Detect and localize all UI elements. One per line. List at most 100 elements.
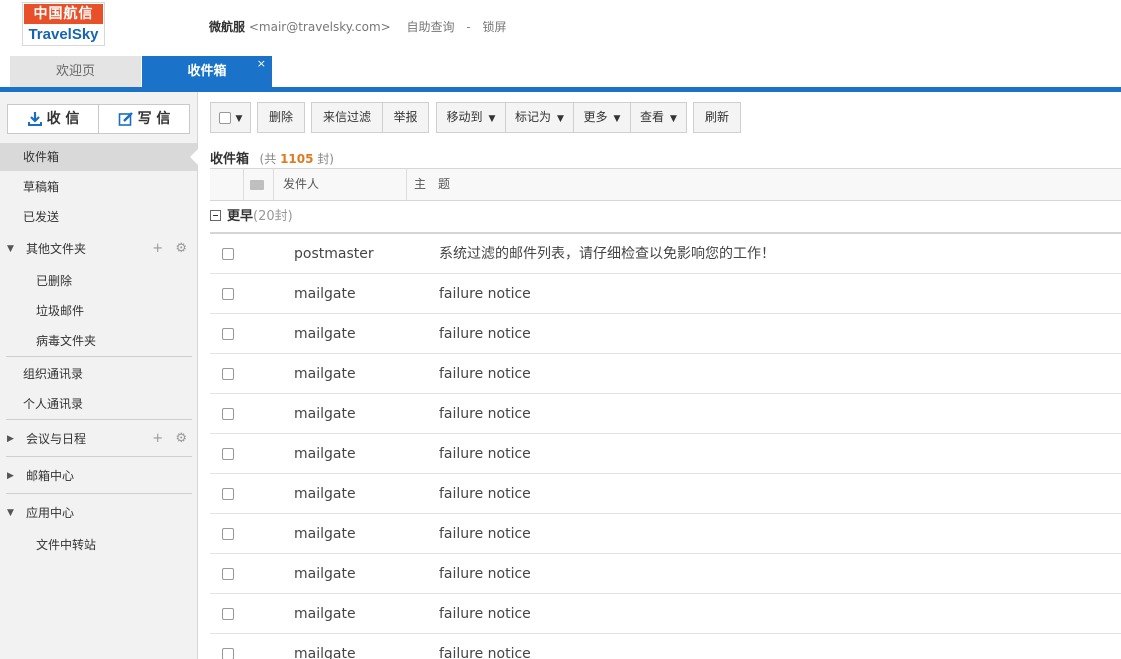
close-icon[interactable]: × — [257, 48, 266, 79]
mail-sender: mailgate — [294, 566, 356, 582]
mail-count-prefix: (共 — [259, 152, 277, 166]
table-row[interactable]: mailgate failure notice — [210, 434, 1121, 474]
header: 中国航信 TravelSky 微航服 <mair@travelsky.com> … — [0, 0, 1121, 56]
self-service-link[interactable]: 自助查询 — [407, 20, 455, 34]
mail-sender: mailgate — [294, 406, 356, 422]
mail-subject[interactable]: failure notice — [439, 634, 531, 659]
folder-actions: + ⚙ — [144, 425, 187, 453]
view-button[interactable]: 查看 ▼ — [630, 102, 687, 133]
mail-count-number: 1105 — [280, 152, 314, 166]
sidebar-item-inbox[interactable]: 收件箱 — [0, 143, 198, 171]
mail-subject[interactable]: failure notice — [439, 394, 531, 434]
more-label: 更多 — [583, 110, 608, 124]
row-checkbox[interactable] — [222, 408, 234, 420]
envelope-icon[interactable] — [250, 180, 264, 190]
sidebar-item-label: 已发送 — [23, 210, 60, 224]
row-checkbox[interactable] — [222, 648, 234, 659]
table-row[interactable]: mailgate failure notice — [210, 634, 1121, 659]
row-checkbox[interactable] — [222, 328, 234, 340]
table-row[interactable]: mailgate failure notice — [210, 394, 1121, 434]
group-header[interactable]: 更早(20封) — [210, 204, 1121, 234]
column-divider — [243, 169, 244, 200]
select-all-dropdown[interactable]: ▼ — [210, 102, 251, 133]
more-button[interactable]: 更多 ▼ — [573, 102, 631, 133]
chevron-right-icon[interactable]: ▶ — [7, 462, 14, 490]
sidebar-item-label: 应用中心 — [26, 506, 75, 520]
mail-subject[interactable]: failure notice — [439, 354, 531, 394]
table-row[interactable]: mailgate failure notice — [210, 554, 1121, 594]
receive-mail-button[interactable]: 收 信 — [8, 105, 98, 133]
sidebar-item-sent[interactable]: 已发送 — [0, 203, 197, 231]
lock-screen-link[interactable]: 锁屏 — [483, 20, 507, 34]
view-label: 查看 — [640, 110, 665, 124]
table-row[interactable]: mailgate failure notice — [210, 274, 1121, 314]
mail-subject[interactable]: failure notice — [439, 274, 531, 314]
sidebar-item-virus[interactable]: 病毒文件夹 — [0, 327, 197, 355]
compose-mail-button[interactable]: 写 信 — [98, 105, 189, 133]
chevron-down-icon: ▼ — [488, 114, 496, 124]
chevron-right-icon[interactable]: ▶ — [7, 425, 14, 453]
column-divider — [273, 169, 274, 200]
table-row[interactable]: mailgate failure notice — [210, 354, 1121, 394]
report-button[interactable]: 举报 — [382, 102, 429, 133]
travelsky-logo[interactable]: 中国航信 TravelSky — [22, 2, 105, 46]
row-checkbox[interactable] — [222, 368, 234, 380]
sidebar-item-deleted[interactable]: 已删除 — [0, 267, 197, 295]
mail-subject[interactable]: failure notice — [439, 474, 531, 514]
chevron-down-icon[interactable]: ▼ — [7, 499, 14, 527]
add-icon[interactable]: + — [152, 241, 163, 256]
mail-action-buttons: 收 信 写 信 — [7, 104, 190, 134]
gear-icon[interactable]: ⚙ — [175, 431, 187, 446]
mail-subject[interactable]: 系统过滤的邮件列表，请仔细检查以免影响您的工作！ — [439, 234, 775, 274]
sidebar-item-org-contacts[interactable]: 组织通讯录 — [0, 360, 197, 388]
collapse-icon[interactable] — [210, 210, 221, 221]
row-checkbox[interactable] — [222, 248, 234, 260]
row-checkbox[interactable] — [222, 288, 234, 300]
sidebar-item-other-folders[interactable]: ▼ 其他文件夹 + ⚙ — [0, 235, 197, 263]
sidebar-item-mailbox-center[interactable]: ▶ 邮箱中心 — [0, 462, 197, 490]
mail-subject[interactable]: failure notice — [439, 514, 531, 554]
table-row[interactable]: mailgate failure notice — [210, 474, 1121, 514]
mail-subject[interactable]: failure notice — [439, 554, 531, 594]
filter-button[interactable]: 来信过滤 — [311, 102, 383, 133]
header-separator: - — [466, 20, 471, 34]
sidebar-item-app-center[interactable]: ▼ 应用中心 — [0, 499, 197, 527]
sidebar: 收 信 写 信 收件箱 草稿箱 已发送 ▼ 其他文件夹 + ⚙ 已删除 垃圾邮件… — [0, 92, 198, 659]
sidebar-item-file-transfer[interactable]: 文件中转站 — [0, 531, 197, 559]
sidebar-item-junk[interactable]: 垃圾邮件 — [0, 297, 197, 325]
row-checkbox[interactable] — [222, 488, 234, 500]
tab-inbox[interactable]: 收件箱 × — [142, 56, 272, 87]
column-sender[interactable]: 发件人 — [283, 169, 319, 200]
sidebar-item-personal-contacts[interactable]: 个人通讯录 — [0, 390, 197, 418]
add-icon[interactable]: + — [152, 431, 163, 446]
column-subject[interactable]: 主 题 — [414, 169, 450, 200]
row-checkbox[interactable] — [222, 568, 234, 580]
move-to-button[interactable]: 移动到 ▼ — [436, 102, 506, 133]
mark-as-button[interactable]: 标记为 ▼ — [505, 102, 574, 133]
row-checkbox[interactable] — [222, 528, 234, 540]
table-row[interactable]: postmaster 系统过滤的邮件列表，请仔细检查以免影响您的工作！ — [210, 234, 1121, 274]
table-row[interactable]: mailgate failure notice — [210, 594, 1121, 634]
delete-button[interactable]: 删除 — [257, 102, 305, 133]
select-all-checkbox[interactable] — [218, 111, 231, 124]
gear-icon[interactable]: ⚙ — [175, 241, 187, 256]
edit-icon — [118, 112, 133, 126]
mail-subject[interactable]: failure notice — [439, 434, 531, 474]
mail-sender: mailgate — [294, 446, 356, 462]
table-row[interactable]: mailgate failure notice — [210, 514, 1121, 554]
row-checkbox[interactable] — [222, 448, 234, 460]
table-row[interactable]: mailgate failure notice — [210, 314, 1121, 354]
sidebar-divider — [6, 456, 192, 457]
mail-count: (共 1105 封) — [260, 152, 334, 166]
user-email: <mair@travelsky.com> — [248, 20, 391, 34]
sidebar-item-drafts[interactable]: 草稿箱 — [0, 173, 197, 201]
row-checkbox[interactable] — [222, 608, 234, 620]
mail-subject[interactable]: failure notice — [439, 594, 531, 634]
refresh-button[interactable]: 刷新 — [693, 102, 741, 133]
mail-subject[interactable]: failure notice — [439, 314, 531, 354]
mail-sender: mailgate — [294, 526, 356, 542]
tab-welcome[interactable]: 欢迎页 — [10, 56, 141, 87]
chevron-down-icon[interactable]: ▼ — [7, 235, 14, 263]
folder-title: 收件箱 (共 1105 封) — [210, 148, 334, 167]
sidebar-item-meetings[interactable]: ▶ 会议与日程 + ⚙ — [0, 425, 197, 453]
